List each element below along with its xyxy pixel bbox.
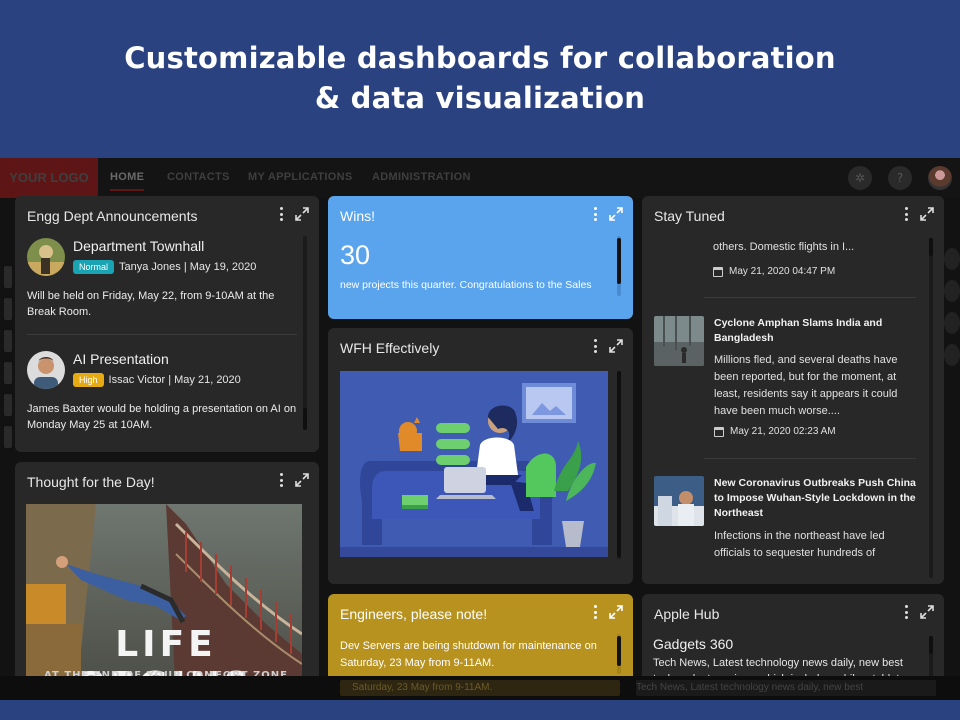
news-date-text: May 21, 2020 04:47 PM bbox=[729, 266, 836, 277]
announcement-body: Will be held on Friday, May 22, from 9-1… bbox=[27, 290, 275, 318]
calendar-icon bbox=[714, 426, 724, 437]
more-options-icon[interactable] bbox=[593, 207, 597, 221]
widget-title: Engineers, please note! bbox=[340, 606, 488, 622]
wfh-illustration bbox=[340, 371, 608, 557]
help-icon[interactable]: ? bbox=[888, 166, 912, 190]
announcement-meta: High Issac Victor | May 21, 2020 bbox=[73, 373, 241, 387]
more-options-icon[interactable] bbox=[593, 339, 597, 353]
calendar-icon bbox=[713, 266, 723, 277]
announcement-heading: Department Townhall bbox=[73, 238, 205, 254]
more-options-icon[interactable] bbox=[279, 207, 283, 221]
settings-icon[interactable]: ✲ bbox=[848, 166, 872, 190]
apple-hub-heading: Gadgets 360 bbox=[653, 636, 734, 652]
news-date-text: May 21, 2020 02:23 AM bbox=[730, 426, 836, 437]
news-body: Infections in the northeast have led off… bbox=[714, 530, 885, 559]
news-thumbnail bbox=[654, 316, 704, 366]
bottom-band bbox=[0, 700, 960, 720]
hero-banner: Customizable dashboards for collaboratio… bbox=[0, 0, 960, 158]
scrollbar[interactable] bbox=[617, 371, 621, 559]
thought-image: LIFE BEGINS AT THE END OF YOUR COMFORT Z… bbox=[26, 504, 302, 700]
hero-title-line1: Customizable dashboards for collaboratio… bbox=[124, 41, 836, 75]
more-options-icon[interactable] bbox=[279, 473, 283, 487]
hero-title: Customizable dashboards for collaboratio… bbox=[0, 38, 960, 118]
widget-title: Apple Hub bbox=[654, 606, 720, 622]
scrollbar[interactable] bbox=[617, 634, 621, 674]
divider bbox=[704, 458, 916, 459]
user-avatar[interactable] bbox=[928, 166, 952, 190]
nav-my-applications[interactable]: MY APPLICATIONS bbox=[248, 171, 353, 183]
expand-icon[interactable] bbox=[920, 605, 934, 619]
widget-title: Wins! bbox=[340, 208, 375, 224]
widget-stay-tuned: Stay Tuned others. Domestic flights in I… bbox=[642, 196, 944, 584]
news-date: May 21, 2020 02:23 AM bbox=[714, 426, 836, 437]
divider bbox=[704, 297, 916, 298]
divider bbox=[27, 334, 297, 335]
widget-title: Thought for the Day! bbox=[27, 474, 155, 490]
announcement-meta: Normal Tanya Jones | May 19, 2020 bbox=[73, 260, 256, 274]
expand-icon[interactable] bbox=[295, 473, 309, 487]
bottom-ghost-right: Tech News, Latest technology news daily,… bbox=[636, 680, 936, 696]
nav-home[interactable]: HOME bbox=[110, 171, 145, 191]
scrollbar[interactable] bbox=[929, 238, 933, 578]
announcement-author-date: Issac Victor | May 21, 2020 bbox=[108, 374, 241, 386]
more-options-icon[interactable] bbox=[904, 605, 908, 619]
left-rail bbox=[0, 266, 12, 466]
expand-icon[interactable] bbox=[609, 339, 623, 353]
more-options-icon[interactable] bbox=[593, 605, 597, 619]
hero-title-line2: & data visualization bbox=[314, 81, 646, 115]
app-logo[interactable]: YOUR LOGO bbox=[0, 158, 98, 198]
announcement-author-date: Tanya Jones | May 19, 2020 bbox=[119, 261, 257, 273]
announcement-item[interactable]: Department Townhall Normal Tanya Jones |… bbox=[27, 238, 309, 318]
widget-announcements: Engg Dept Announcements Department Townh… bbox=[15, 196, 319, 452]
expand-icon[interactable] bbox=[609, 605, 623, 619]
priority-badge: Normal bbox=[73, 260, 115, 274]
news-item[interactable]: New Coronavirus Outbreaks Push China to … bbox=[654, 476, 920, 576]
news-thumbnail bbox=[654, 476, 704, 526]
nav-contacts[interactable]: CONTACTS bbox=[167, 171, 230, 183]
dashboard-app: YOUR LOGO HOME CONTACTS MY APPLICATIONS … bbox=[0, 158, 960, 700]
expand-icon[interactable] bbox=[295, 207, 309, 221]
news-title: New Coronavirus Outbreaks Push China to … bbox=[714, 477, 916, 519]
nav-administration[interactable]: ADMINISTRATION bbox=[372, 171, 471, 183]
news-snippet: others. Domestic flights in I... bbox=[713, 241, 855, 253]
top-navigation: YOUR LOGO HOME CONTACTS MY APPLICATIONS … bbox=[0, 158, 960, 198]
announcement-body: James Baxter would be holding a presenta… bbox=[27, 403, 297, 431]
news-title: Cyclone Amphan Slams India and Banglades… bbox=[714, 317, 883, 344]
widget-wins: Wins! 30 new projects this quarter. Cong… bbox=[328, 196, 633, 319]
widget-title: Stay Tuned bbox=[654, 208, 725, 224]
scrollbar[interactable] bbox=[617, 236, 621, 296]
announcement-item[interactable]: AI Presentation High Issac Victor | May … bbox=[27, 351, 309, 436]
priority-badge: High bbox=[73, 373, 104, 387]
news-body: Millions fled, and several deaths have b… bbox=[714, 354, 898, 417]
engineers-note-body: Dev Servers are being shutdown for maint… bbox=[340, 640, 597, 669]
widget-thought-for-the-day: Thought for the Day! LIFE BEGINS AT T bbox=[15, 462, 319, 700]
announcement-heading: AI Presentation bbox=[73, 351, 169, 367]
expand-icon[interactable] bbox=[920, 207, 934, 221]
author-photo bbox=[27, 238, 65, 276]
widget-wfh-effectively: WFH Effectively bbox=[328, 328, 633, 584]
news-date: May 21, 2020 04:47 PM bbox=[713, 266, 835, 277]
news-item[interactable]: Cyclone Amphan Slams India and Banglades… bbox=[654, 316, 920, 446]
wins-text: new projects this quarter. Congratulatio… bbox=[340, 279, 592, 291]
bottom-ghost-left: Saturday, 23 May from 9-11AM. bbox=[340, 680, 620, 696]
widget-title: Engg Dept Announcements bbox=[27, 208, 198, 224]
more-options-icon[interactable] bbox=[904, 207, 908, 221]
bottom-reflection: Saturday, 23 May from 9-11AM. Tech News,… bbox=[0, 676, 960, 700]
widget-title: WFH Effectively bbox=[340, 340, 440, 356]
wins-count: 30 bbox=[340, 240, 371, 270]
author-photo bbox=[27, 351, 65, 389]
expand-icon[interactable] bbox=[609, 207, 623, 221]
